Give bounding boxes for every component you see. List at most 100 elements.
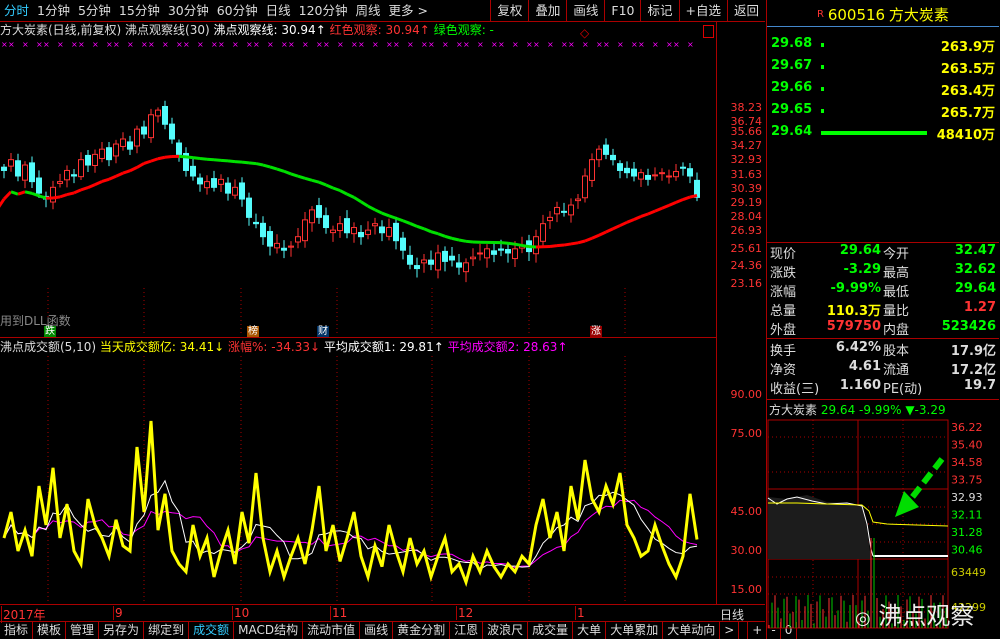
signal-mark: × xyxy=(386,40,393,49)
bid-price: 29.66 xyxy=(771,80,813,95)
toolbar-button[interactable]: F10 xyxy=(604,0,640,22)
mini-price-tick: 30.46 xyxy=(951,544,983,557)
signal-mark: × xyxy=(442,40,449,49)
candle xyxy=(71,169,77,184)
signal-mark: × xyxy=(316,40,323,49)
candle xyxy=(239,177,245,207)
ma-line-segment xyxy=(318,180,327,187)
bid-volume: 263.5万 xyxy=(940,62,995,77)
indicator-tab[interactable]: 大单累加 xyxy=(606,622,664,639)
ma-line-segment xyxy=(654,206,663,213)
period-tab[interactable]: 5分钟 xyxy=(74,0,115,22)
bid-price: 29.67 xyxy=(771,58,813,73)
toolbar-button[interactable]: 画线 xyxy=(566,0,604,22)
candle xyxy=(386,218,392,241)
ma-line-segment xyxy=(220,158,229,163)
amount-tick: 15.00 xyxy=(730,583,763,596)
indicator-tab[interactable]: MACD结构 xyxy=(234,622,304,639)
candle xyxy=(141,120,147,139)
indicator-tab[interactable]: 指标 xyxy=(0,622,34,639)
ma-line-segment xyxy=(500,241,509,245)
period-tab[interactable]: 30分钟 xyxy=(164,0,213,22)
quote-label: 流通 xyxy=(883,363,910,378)
toolbar-button[interactable]: 复权 xyxy=(490,0,528,22)
quote-label: 换手 xyxy=(770,344,797,359)
quote-value: 29.64 xyxy=(839,243,881,258)
signal-mark: × xyxy=(491,40,498,49)
zoom-button[interactable]: + xyxy=(748,622,768,639)
ma-line-segment xyxy=(59,193,68,199)
signal-mark: × xyxy=(78,40,85,49)
ma-line-segment xyxy=(507,241,516,246)
candle xyxy=(253,213,259,229)
candle xyxy=(197,173,203,192)
quote-label: 量比 xyxy=(883,304,910,319)
indicator-tab[interactable]: 成交量 xyxy=(528,622,574,639)
period-tab[interactable]: 更多 > xyxy=(385,0,432,22)
amount-chart[interactable] xyxy=(0,356,716,604)
date-tick: 11 xyxy=(330,606,348,620)
candle xyxy=(155,107,161,123)
period-tab[interactable]: 15分钟 xyxy=(115,0,164,22)
indicator-tab[interactable]: 成交额 xyxy=(189,622,235,639)
candle xyxy=(295,227,301,249)
indicator-tab[interactable]: 波浪尺 xyxy=(483,622,529,639)
candle xyxy=(50,180,56,210)
indicator-tab[interactable]: > xyxy=(720,622,740,639)
period-tab[interactable]: 60分钟 xyxy=(213,0,262,22)
dll-note: 用到DLL函数 xyxy=(0,314,71,328)
indicator-tab[interactable]: 江恩 xyxy=(450,622,484,639)
indicator-tab[interactable]: 管理 xyxy=(66,622,100,639)
ma-line-segment xyxy=(577,239,586,245)
candle xyxy=(582,168,588,203)
indicator-tab[interactable]: 大单动向 xyxy=(663,622,721,639)
amount-tick: 45.00 xyxy=(730,505,763,518)
toolbar-button[interactable]: 标记 xyxy=(640,0,678,22)
period-tab[interactable]: 1分钟 xyxy=(33,0,74,22)
quote-label: 外盘 xyxy=(770,323,797,338)
ma-line-segment xyxy=(367,204,376,212)
bid-row: 29.68 263.9万 xyxy=(767,36,999,55)
period-tab[interactable]: 分时 xyxy=(0,0,33,22)
ma-line-segment xyxy=(66,191,75,196)
indicator-tab[interactable]: 黄金分割 xyxy=(393,622,451,639)
mini-price-tick: 32.11 xyxy=(951,509,983,522)
candlestick-chart[interactable]: × × × × × × × × × × × × × × × × × × × × × × × × × × × × × × × × × × × × × × × ×… xyxy=(0,38,716,336)
candle xyxy=(85,150,91,172)
period-tab[interactable]: 周线 xyxy=(352,0,385,22)
ma-line-segment xyxy=(416,224,425,231)
indicator-tab[interactable]: 另存为 xyxy=(99,622,145,639)
ma-line-segment xyxy=(563,242,572,247)
period-tab[interactable]: 日线 xyxy=(262,0,295,22)
signal-mark: × xyxy=(631,40,638,49)
ma-line-segment xyxy=(465,239,474,244)
toolbar-button[interactable]: +自选 xyxy=(678,0,727,22)
signal-mark: × xyxy=(407,40,414,49)
ma-line-segment xyxy=(255,162,264,167)
sub-indicator-name[interactable]: 沸点成交额(5,10) xyxy=(0,340,96,354)
quote-row: 换手 6.42% 股本 17.9亿 xyxy=(767,340,999,359)
indicator-name[interactable]: 沸点观察线(30) xyxy=(125,23,210,37)
indicator-tab[interactable]: 流动市值 xyxy=(303,622,361,639)
indicator-tab[interactable]: 大单 xyxy=(573,622,607,639)
panel-toggle-icon[interactable] xyxy=(703,25,714,38)
indicator-tab[interactable]: 模板 xyxy=(33,622,67,639)
indicator-tab[interactable]: 画线 xyxy=(360,622,394,639)
candle xyxy=(211,170,217,192)
stock-name: 方大炭素 xyxy=(888,6,949,24)
indicator-tab[interactable]: 绑定到 xyxy=(144,622,190,639)
price-tick: 29.19 xyxy=(730,195,763,209)
toolbar-button[interactable]: 返回 xyxy=(726,0,765,22)
candle xyxy=(148,108,154,143)
quote-label: 现价 xyxy=(770,247,797,262)
candle xyxy=(673,164,679,181)
quote-value: 1.160 xyxy=(839,378,881,393)
ma-line-segment xyxy=(94,180,103,186)
candle xyxy=(246,192,252,226)
signal-mark: × xyxy=(106,40,113,49)
bid-volume: 265.7万 xyxy=(940,106,995,121)
toolbar-button[interactable]: 叠加 xyxy=(528,0,566,22)
period-tab[interactable]: 120分钟 xyxy=(295,0,352,22)
quote-label: 最低 xyxy=(883,285,910,300)
signal-mark: × xyxy=(351,40,358,49)
